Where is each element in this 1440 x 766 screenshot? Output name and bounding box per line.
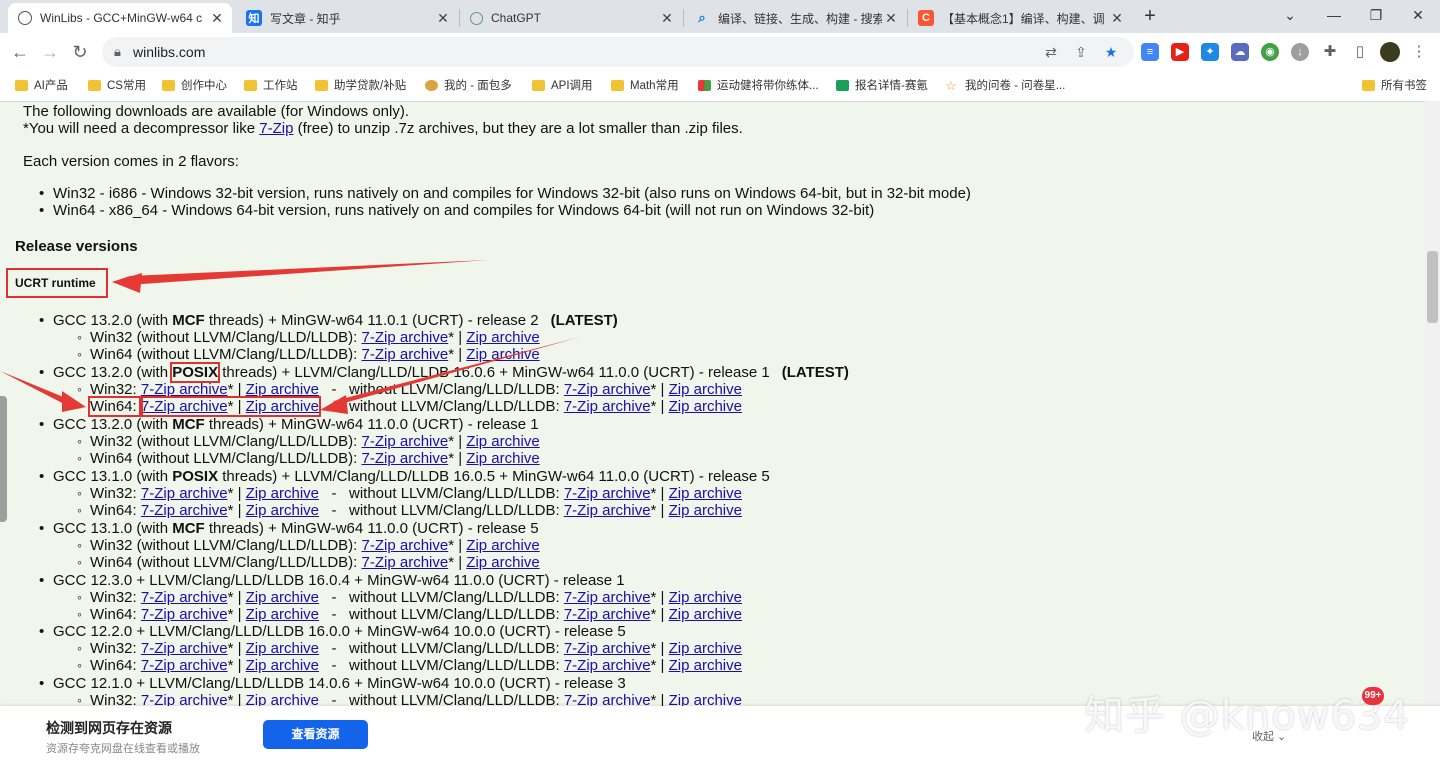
folder-icon	[88, 79, 101, 91]
tab-winlibs[interactable]: WinLibs - GCC+MinGW-w64 c ✕	[8, 3, 232, 33]
tab-title: 编译、链接、生成、构建 - 搜索	[718, 11, 882, 26]
arrow-to-ucrt	[112, 260, 488, 293]
star-icon: ☆	[945, 77, 957, 93]
address-bar[interactable]: 🔒︎ winlibs.com ⇄ ⇪ ★	[102, 37, 1134, 67]
reload-icon[interactable]: ↻	[68, 40, 92, 64]
bookmark-label: 创作中心	[181, 80, 227, 92]
dollar-icon	[836, 79, 849, 91]
folder-icon	[315, 79, 328, 91]
tab-search-dropdown-icon[interactable]: ⌄	[1270, 4, 1310, 26]
tab-strip: WinLibs - GCC+MinGW-w64 c ✕ 知 写文章 - 知乎 ✕…	[0, 0, 1440, 33]
browser-toolbar: ← → ↻ 🔒︎ winlibs.com ⇄ ⇪ ★ ≡ ▶ ✦ ☁ ◉ ↓ ✚…	[0, 33, 1440, 71]
bookmark-label: API调用	[551, 80, 593, 92]
menu-icon[interactable]: ⋮	[1410, 43, 1428, 61]
tab-zhihu[interactable]: 知 写文章 - 知乎 ✕	[236, 3, 458, 33]
tab-title: 【基本概念1】编译、构建、调	[942, 11, 1105, 26]
tab-title: 写文章 - 知乎	[270, 11, 341, 26]
bookmark-label: AI产品	[34, 80, 68, 92]
winlibs-icon	[18, 11, 32, 25]
share-icon[interactable]: ⇪	[1072, 43, 1090, 61]
page-scrollbar[interactable]	[1425, 101, 1440, 706]
bookmark-all[interactable]: 所有书签	[1362, 77, 1427, 93]
page-content: The following downloads are available (f…	[0, 101, 1425, 706]
close-window-icon[interactable]: ✕	[1398, 4, 1438, 26]
translate-icon[interactable]: ⇄	[1042, 43, 1060, 61]
bookmark-star-icon[interactable]: ★	[1102, 43, 1120, 61]
bookmark-label: 我的 - 面包多	[444, 80, 512, 92]
arrow-to-win64-label	[0, 371, 86, 412]
folder-icon	[15, 79, 28, 91]
zhihu-watermark: 知乎 @know634	[1084, 693, 1410, 739]
folder-icon	[1362, 79, 1375, 91]
docs-extension-icon[interactable]: ≡	[1141, 43, 1159, 61]
arrow-to-win64-links	[320, 337, 580, 414]
grid-icon	[698, 79, 711, 91]
bookmark-label: Math常用	[630, 80, 679, 92]
tab-title: ChatGPT	[491, 11, 542, 25]
bookmark-cs[interactable]: CS常用	[88, 77, 146, 93]
side-drawer-handle[interactable]	[0, 396, 7, 522]
back-icon[interactable]: ←	[8, 40, 32, 64]
bookmark-label: 工作站	[263, 80, 298, 92]
restore-icon[interactable]: ❐	[1356, 4, 1396, 26]
minimize-icon[interactable]: —	[1314, 4, 1354, 26]
bookmark-label: 我的问卷 - 问卷星...	[965, 80, 1066, 92]
green-extension-icon[interactable]: ◉	[1261, 43, 1279, 61]
bookmark-api[interactable]: API调用	[532, 77, 593, 93]
bird-extension-icon[interactable]: ✦	[1201, 43, 1219, 61]
bookmark-loan[interactable]: 助学贷款/补贴	[315, 77, 406, 93]
bookmark-label: 助学贷款/补贴	[334, 80, 407, 92]
chatgpt-icon	[470, 11, 483, 25]
bookmark-label: 报名详情-赛氪	[855, 80, 928, 92]
new-tab-button[interactable]: +	[1139, 4, 1161, 28]
bookmark-wenjuanxing[interactable]: ☆ 我的问卷 - 问卷星...	[945, 77, 1065, 93]
bookmark-math[interactable]: Math常用	[611, 77, 679, 93]
bookmark-label: 运动健将带你练体...	[717, 80, 819, 92]
folder-icon	[611, 79, 624, 91]
banner-subtitle: 资源存夸克网盘在线查看或播放	[46, 743, 200, 755]
lock-icon[interactable]: 🔒︎	[114, 44, 121, 60]
search-icon: ⌕	[698, 10, 706, 25]
csdn-icon: C	[918, 10, 934, 26]
annotation-arrows	[0, 260, 580, 414]
bookmark-ai[interactable]: AI产品	[15, 77, 68, 93]
banner-title: 检测到网页存在资源	[46, 720, 172, 736]
tab-chatgpt[interactable]: ChatGPT ✕	[460, 3, 682, 33]
youtube-extension-icon[interactable]: ▶	[1171, 43, 1189, 61]
side-panel-icon[interactable]: ▯	[1351, 43, 1369, 61]
bookmark-workstation[interactable]: 工作站	[244, 77, 298, 93]
download-icon[interactable]: ↓	[1291, 43, 1309, 61]
tab-csdn[interactable]: C 【基本概念1】编译、构建、调 ✕	[908, 3, 1132, 33]
zhihu-icon: 知	[246, 10, 262, 26]
bookmark-mianbaoduo[interactable]: 我的 - 面包多	[425, 77, 512, 93]
bookmark-label: CS常用	[107, 80, 146, 92]
close-icon[interactable]: ✕	[1108, 10, 1126, 27]
tab-title: WinLibs - GCC+MinGW-w64 c	[40, 11, 203, 25]
bookmark-sport[interactable]: 运动健将带你练体...	[698, 77, 819, 93]
scrollbar-thumb[interactable]	[1427, 251, 1438, 323]
close-icon[interactable]: ✕	[658, 10, 676, 27]
folder-icon	[532, 79, 545, 91]
extensions-icon[interactable]: ✚	[1321, 43, 1339, 61]
cloud-extension-icon[interactable]: ☁	[1231, 43, 1249, 61]
bookmark-saike[interactable]: 报名详情-赛氪	[836, 77, 928, 93]
close-icon[interactable]: ✕	[434, 10, 452, 27]
forward-icon[interactable]: →	[38, 40, 62, 64]
folder-icon	[162, 79, 175, 91]
bookmark-label: 所有书签	[1381, 80, 1427, 92]
folder-icon	[244, 79, 257, 91]
bookmark-creation[interactable]: 创作中心	[162, 77, 227, 93]
url-text: winlibs.com	[133, 44, 206, 60]
tab-search[interactable]: ⌕ 编译、链接、生成、构建 - 搜索 ✕	[684, 3, 906, 33]
notification-badge[interactable]: 99+	[1362, 687, 1384, 705]
close-icon[interactable]: ✕	[208, 10, 226, 27]
view-resource-button[interactable]: 查看资源	[263, 720, 368, 749]
site-icon	[425, 79, 438, 91]
close-icon[interactable]: ✕	[882, 10, 900, 27]
bookmarks-bar: AI产品 CS常用 创作中心 工作站 助学贷款/补贴 我的 - 面包多 API调…	[0, 71, 1440, 102]
avatar[interactable]	[1380, 42, 1400, 62]
